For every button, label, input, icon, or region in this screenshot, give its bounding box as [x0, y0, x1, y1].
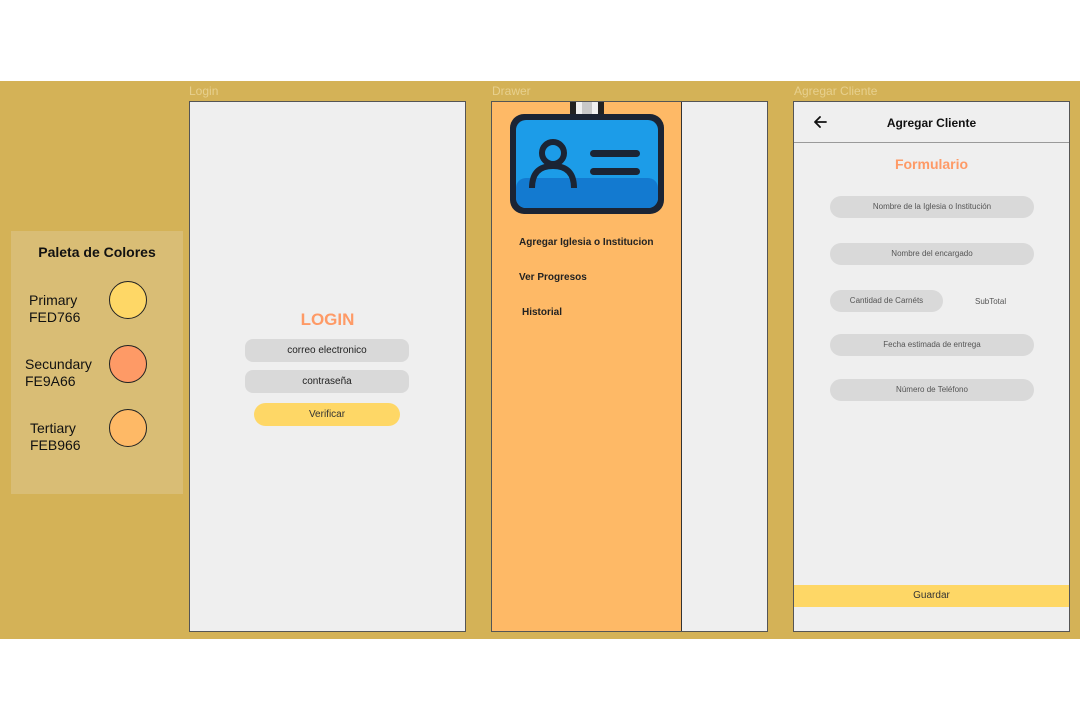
- frame-label-agregar: Agregar Cliente: [794, 84, 878, 98]
- email-field[interactable]: correo electronico: [245, 339, 409, 362]
- app-bar-title: Agregar Cliente: [886, 116, 977, 130]
- drawer-panel: Agregar Iglesia o Institucion Ver Progre…: [492, 102, 682, 631]
- swatch-secondary-circle: [109, 345, 147, 383]
- form-title: Formulario: [894, 156, 969, 172]
- swatch-secondary-name: Secundary: [25, 356, 92, 372]
- agregar-cliente-screen: Agregar Cliente Formulario Nombre de la …: [793, 101, 1070, 632]
- color-palette-panel: Paleta de Colores Primary FED766 Secunda…: [11, 231, 183, 494]
- iglesia-name-field[interactable]: Nombre de la Iglesia o Institución: [830, 196, 1034, 218]
- frame-label-drawer: Drawer: [492, 84, 531, 98]
- swatch-tertiary: Tertiary FEB966: [11, 409, 183, 453]
- encargado-name-field[interactable]: Nombre del encargado: [830, 243, 1034, 265]
- app-bar: Agregar Cliente: [794, 102, 1069, 143]
- swatch-tertiary-hex: FEB966: [30, 437, 81, 453]
- login-title: LOGIN: [300, 310, 355, 329]
- swatch-primary-circle: [109, 281, 147, 319]
- swatch-primary-name: Primary: [29, 292, 78, 308]
- subtotal-label: SubTotal: [975, 297, 1007, 306]
- drawer-item-historial[interactable]: Historial: [522, 307, 562, 318]
- phone-field[interactable]: Número de Teléfono: [830, 379, 1034, 401]
- id-badge-icon: [510, 102, 664, 214]
- carnets-quantity-field[interactable]: Cantidad de Carnéts: [830, 290, 943, 312]
- delivery-date-field[interactable]: Fecha estimada de entrega: [830, 334, 1034, 356]
- swatch-tertiary-name: Tertiary: [30, 420, 76, 436]
- swatch-secondary: Secundary FE9A66: [11, 345, 183, 389]
- drawer-screen: Agregar Iglesia o Institucion Ver Progre…: [491, 101, 768, 632]
- swatch-tertiary-circle: [109, 409, 147, 447]
- swatch-secondary-hex: FE9A66: [25, 373, 76, 389]
- password-field[interactable]: contraseña: [245, 370, 409, 393]
- swatch-primary-hex: FED766: [29, 309, 81, 325]
- swatch-primary: Primary FED766: [11, 281, 183, 325]
- palette-title: Paleta de Colores: [38, 244, 156, 260]
- save-button[interactable]: Guardar: [794, 585, 1069, 607]
- login-screen: LOGIN correo electronico contraseña Veri…: [189, 101, 466, 632]
- verify-button[interactable]: Verificar: [254, 403, 400, 426]
- frame-label-login: Login: [189, 84, 219, 98]
- drawer-item-agregar[interactable]: Agregar Iglesia o Institucion: [519, 237, 653, 248]
- drawer-item-progresos[interactable]: Ver Progresos: [519, 272, 587, 283]
